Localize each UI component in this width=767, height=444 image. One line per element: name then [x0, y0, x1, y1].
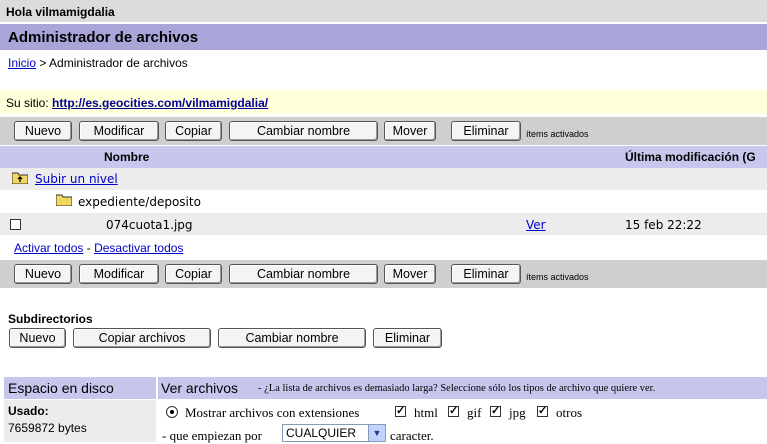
greeting-text: Hola vilmamigdalia: [6, 5, 115, 19]
disk-space-title: Espacio en disco: [8, 380, 114, 396]
col-name-header[interactable]: Nombre: [104, 150, 149, 164]
disk-used-label: Usado:: [8, 404, 49, 418]
activate-all-link[interactable]: Activar todos: [14, 241, 83, 255]
ext-other-label: otros: [556, 405, 582, 420]
move-button[interactable]: Mover: [384, 264, 436, 284]
chevron-down-icon: ▼: [368, 425, 385, 441]
up-level-row: Subir un nivel: [0, 168, 767, 190]
view-files-title: Ver archivos: [161, 380, 239, 396]
up-level-link[interactable]: Subir un nivel: [35, 172, 118, 186]
breadcrumb: Inicio > Administrador de archivos: [8, 56, 188, 70]
ext-gif-label: gif: [467, 405, 482, 420]
ext-jpg-checkbox[interactable]: [490, 404, 501, 417]
new-subdir-button[interactable]: Nuevo: [9, 328, 66, 348]
copy-button[interactable]: Copiar: [165, 264, 222, 284]
delete-button[interactable]: Eliminar: [451, 264, 521, 284]
breadcrumb-home-link[interactable]: Inicio: [8, 56, 36, 70]
active-items-note: ítems activados: [526, 129, 589, 139]
ext-html-checkbox[interactable]: [395, 404, 406, 417]
ext-jpg-label: jpg: [509, 405, 526, 420]
greeting-bar: Hola vilmamigdalia: [0, 0, 767, 22]
select-links: Activar todos - Desactivar todos: [14, 241, 183, 255]
active-items-note: ítems activados: [526, 272, 589, 282]
delete-button[interactable]: Eliminar: [451, 121, 521, 141]
show-extensions-label: Mostrar archivos con extensiones: [185, 405, 360, 420]
file-select-checkbox[interactable]: [10, 219, 21, 230]
disk-space-header: Espacio en disco: [4, 377, 156, 399]
file-toolbar-bottom: Nuevo Modificar Copiar Cambiar nombre Mo…: [0, 260, 767, 288]
ext-gif-checkbox[interactable]: [448, 404, 459, 417]
move-button[interactable]: Mover: [384, 121, 436, 141]
select-links-dash: -: [86, 241, 91, 255]
site-label: Su sitio:: [6, 96, 49, 110]
starts-with-select[interactable]: CUALQUIER ▼: [282, 424, 386, 442]
file-name: 074cuota1.jpg: [106, 218, 193, 232]
modify-button[interactable]: Modificar: [79, 264, 159, 284]
file-modified: 15 feb 22:22: [625, 218, 702, 232]
deactivate-all-link[interactable]: Desactivar todos: [94, 241, 183, 255]
view-file-link[interactable]: Ver: [526, 218, 546, 232]
site-url-link[interactable]: http://es.geocities.com/vilmamigdalia/: [52, 96, 268, 110]
view-files-hint: - ¿La lista de archivos es demasiado lar…: [258, 383, 656, 394]
subdir-rename-button[interactable]: Cambiar nombre: [218, 328, 366, 348]
disk-used-value: 7659872 bytes: [8, 421, 87, 435]
site-url-bar: Su sitio: http://es.geocities.com/vilmam…: [0, 90, 767, 114]
starts-with-value: CUALQUIER: [286, 426, 357, 440]
new-file-button[interactable]: Nuevo: [14, 264, 72, 284]
file-toolbar-top: Nuevo Modificar Copiar Cambiar nombre Mo…: [0, 117, 767, 145]
file-row: 074cuota1.jpg Ver 15 feb 22:22: [0, 213, 767, 235]
copy-files-button[interactable]: Copiar archivos: [73, 328, 211, 348]
ext-other-checkbox[interactable]: [537, 404, 548, 417]
modify-button[interactable]: Modificar: [79, 121, 159, 141]
subdir-delete-button[interactable]: Eliminar: [373, 328, 442, 348]
new-file-button[interactable]: Nuevo: [14, 121, 72, 141]
view-files-body: Mostrar archivos con extensiones html gi…: [158, 400, 767, 443]
folder-row: expediente/deposito: [0, 190, 767, 212]
file-table-header: Nombre Última modificación (G: [0, 146, 767, 168]
breadcrumb-current: Administrador de archivos: [49, 56, 188, 70]
folder-name: expediente/deposito: [78, 195, 201, 209]
breadcrumb-separator: >: [39, 56, 47, 70]
view-files-header: Ver archivos - ¿La lista de archivos es …: [158, 377, 767, 399]
rename-button[interactable]: Cambiar nombre: [229, 121, 378, 141]
disk-space-body: Usado: 7659872 bytes: [4, 400, 156, 442]
ext-html-label: html: [414, 405, 438, 420]
title-bar: Administrador de archivos: [0, 24, 767, 50]
folder-icon: [56, 194, 72, 206]
folder-up-icon: [12, 172, 28, 184]
show-extensions-radio[interactable]: [166, 406, 178, 418]
rename-button[interactable]: Cambiar nombre: [229, 264, 378, 284]
page-title: Administrador de archivos: [8, 29, 199, 46]
col-modified-header[interactable]: Última modificación (G: [625, 150, 756, 164]
copy-button[interactable]: Copiar: [165, 121, 222, 141]
subdirs-toolbar: Nuevo Copiar archivos Cambiar nombre Eli…: [0, 324, 767, 352]
